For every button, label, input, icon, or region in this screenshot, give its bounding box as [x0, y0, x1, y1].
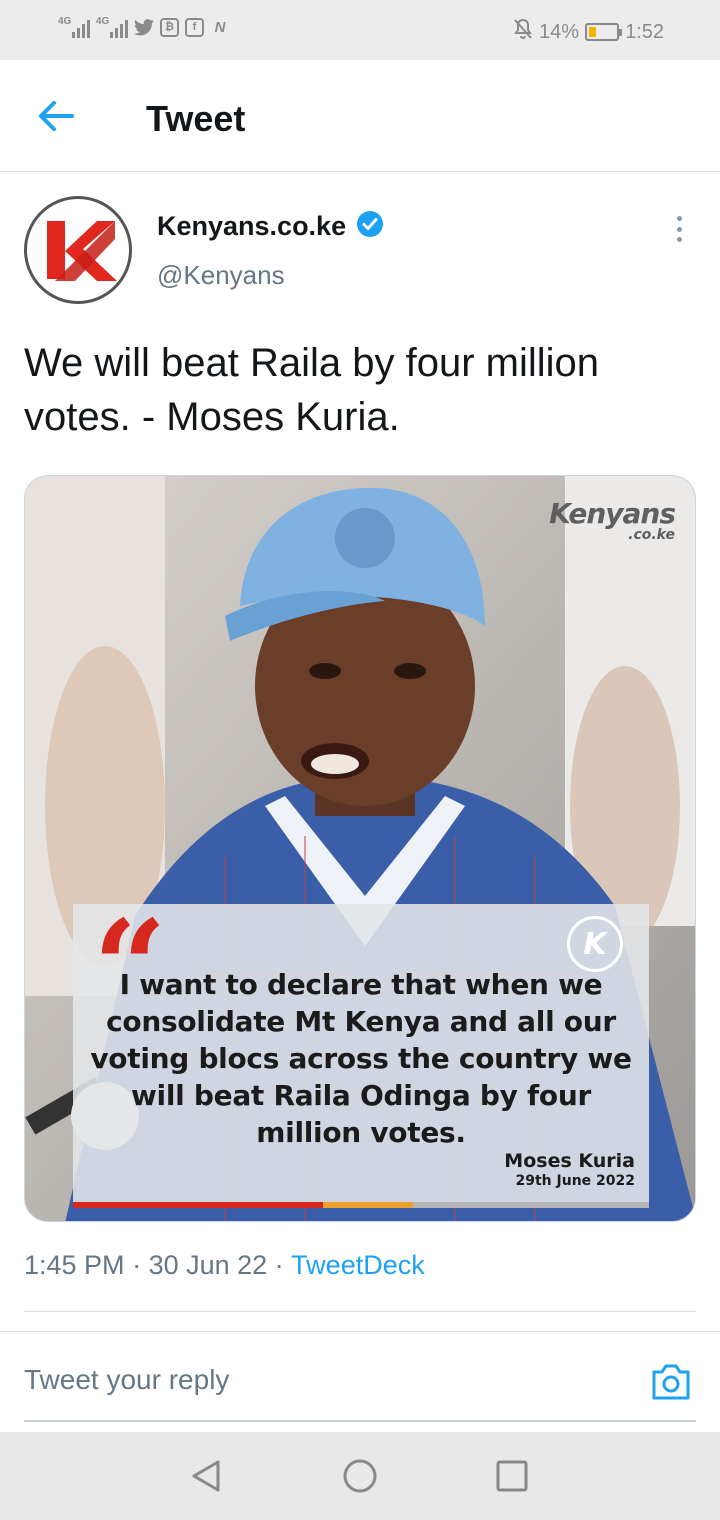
battery-percent: 14% — [539, 20, 580, 43]
reply-input[interactable]: Tweet your reply — [24, 1364, 229, 1396]
quote-date: 29th June 2022 — [515, 1173, 636, 1189]
tweet-text: We will beat Raila by four million votes… — [24, 341, 600, 439]
status-time: 1:52 — [625, 20, 664, 43]
back-arrow-icon[interactable] — [36, 98, 76, 134]
verified-badge-icon — [356, 210, 384, 243]
status-left: 4G 4G ₿ f N — [58, 16, 230, 38]
tweet-media-image[interactable]: Kenyans .co.ke “ K I want to declare tha… — [24, 475, 696, 1222]
author-name-row[interactable]: Kenyans.co.ke — [157, 210, 384, 243]
nav-recents-icon[interactable] — [492, 1456, 532, 1496]
watermark-main: Kenyans — [549, 497, 676, 530]
divider — [24, 1311, 696, 1312]
avatar[interactable] — [24, 196, 132, 304]
quote-author-name: Moses Kuria — [504, 1150, 635, 1172]
more-options-icon[interactable] — [666, 212, 692, 246]
author-name[interactable]: Kenyans.co.ke — [157, 211, 346, 242]
kenyans-watermark-logo: Kenyans .co.ke — [549, 497, 676, 543]
app-header: Tweet — [0, 60, 720, 172]
nav-back-icon[interactable] — [186, 1456, 226, 1496]
tweet-time: 1:45 PM — [24, 1250, 125, 1280]
flipboard-icon: f — [185, 17, 204, 37]
quote-attribution: Moses Kuria 29th June 2022 — [504, 1150, 635, 1190]
status-right: 14% 1:52 — [513, 18, 664, 46]
quote-color-bar — [73, 1202, 649, 1208]
tweet-date: 30 Jun 22 — [148, 1250, 268, 1280]
tweet-source-link[interactable]: TweetDeck — [291, 1250, 425, 1281]
nav-home-icon[interactable] — [340, 1456, 380, 1496]
battery-icon — [585, 23, 623, 41]
system-nav-bar — [0, 1432, 720, 1520]
bitcoin-icon: ₿ — [160, 17, 179, 37]
tweet-timestamp: 1:45 PM · 30 Jun 22 · TweetDeck — [24, 1250, 425, 1281]
quote-card: “ K I want to declare that when we conso… — [73, 904, 649, 1208]
page-title: Tweet — [146, 98, 246, 139]
status-bar: 4G 4G ₿ f N 14% 1:52 — [0, 0, 720, 60]
k-logo-badge: K — [567, 916, 623, 972]
watermark-sub: .co.ke — [628, 527, 675, 543]
camera-icon[interactable] — [650, 1362, 692, 1402]
signal-1-icon: 4G — [58, 16, 90, 38]
author-handle[interactable]: @Kenyans — [157, 260, 285, 291]
timestamp-separator-1: · — [124, 1250, 149, 1280]
mute-icon — [513, 18, 533, 46]
quote-text: I want to declare that when we consolida… — [90, 968, 632, 1149]
reply-bar: Tweet your reply — [0, 1331, 720, 1431]
network-type-1: 4G — [58, 16, 72, 27]
signal-2-icon: 4G — [96, 16, 128, 38]
timestamp-separator-2: · — [267, 1250, 292, 1280]
twitter-icon — [134, 17, 154, 37]
network-type-2: 4G — [96, 16, 110, 27]
n-icon: N — [214, 18, 226, 36]
reply-underline — [24, 1420, 696, 1422]
